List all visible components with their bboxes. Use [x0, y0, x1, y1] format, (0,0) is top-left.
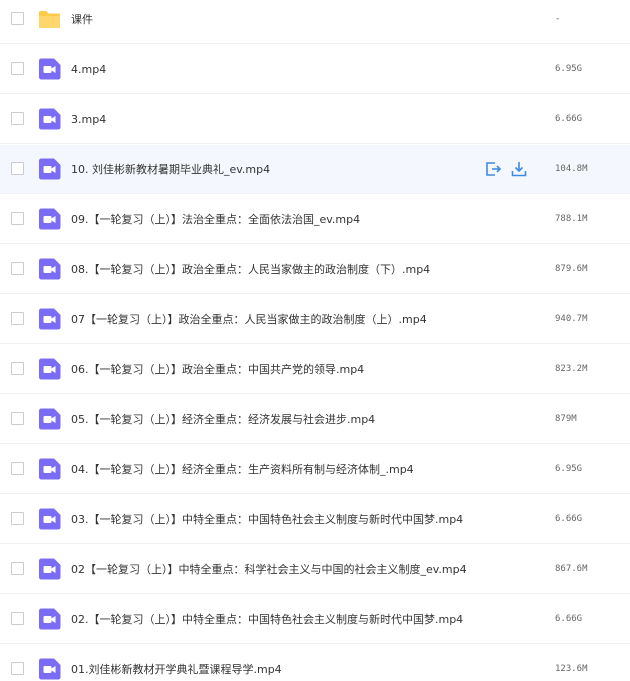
row-checkbox[interactable] — [11, 162, 24, 175]
file-size: 6.66G — [555, 614, 583, 624]
file-name-link[interactable]: 07【一轮复习（上）】政治全重点：人民当家做主的政治制度（上）.mp4 — [71, 295, 427, 343]
share-icon[interactable] — [484, 160, 502, 178]
row-checkbox[interactable] — [11, 262, 24, 275]
file-size: 6.95G — [555, 464, 583, 474]
file-row[interactable]: 07【一轮复习（上）】政治全重点：人民当家做主的政治制度（上）.mp4 940.7… — [0, 295, 630, 344]
file-row[interactable]: 3.mp4 6.66G — [0, 95, 630, 144]
file-row[interactable]: 09.【一轮复习（上）】法治全重点：全面依法治国_ev.mp4 788.1M — [0, 195, 630, 244]
row-checkbox[interactable] — [11, 362, 24, 375]
video-file-icon — [38, 158, 61, 180]
file-name-link[interactable]: 3.mp4 — [71, 95, 106, 143]
file-row[interactable]: 课件 - — [0, 0, 630, 44]
file-size: 879.6M — [555, 264, 588, 274]
video-file-icon — [38, 108, 61, 130]
file-name-link[interactable]: 02.【一轮复习（上）】中特全重点：中国特色社会主义制度与新时代中国梦.mp4 — [71, 595, 463, 643]
file-name-link[interactable]: 06.【一轮复习（上）】政治全重点：中国共产党的领导.mp4 — [71, 345, 364, 393]
file-size: 788.1M — [555, 214, 588, 224]
file-row[interactable]: 05.【一轮复习（上）】经济全重点：经济发展与社会进步.mp4 879M — [0, 395, 630, 444]
row-checkbox[interactable] — [11, 12, 24, 25]
file-size: 104.8M — [555, 164, 588, 174]
file-row[interactable]: 08.【一轮复习（上）】政治全重点：人民当家做主的政治制度（下）.mp4 879.… — [0, 245, 630, 294]
file-row[interactable]: 03.【一轮复习（上）】中特全重点：中国特色社会主义制度与新时代中国梦.mp4 6… — [0, 495, 630, 544]
file-size: - — [555, 14, 561, 24]
file-name-link[interactable]: 03.【一轮复习（上）】中特全重点：中国特色社会主义制度与新时代中国梦.mp4 — [71, 495, 463, 543]
video-file-icon — [38, 508, 61, 530]
file-size: 879M — [555, 414, 577, 424]
file-size: 6.66G — [555, 114, 583, 124]
file-name-link[interactable]: 08.【一轮复习（上）】政治全重点：人民当家做主的政治制度（下）.mp4 — [71, 245, 430, 293]
file-size: 6.66G — [555, 514, 583, 524]
file-row[interactable]: 01.刘佳彬新教材开学典礼暨课程导学.mp4 123.6M — [0, 645, 630, 681]
row-actions — [484, 160, 528, 178]
file-size: 123.6M — [555, 664, 588, 674]
file-name-link[interactable]: 02【一轮复习（上）】中特全重点：科学社会主义与中国的社会主义制度_ev.mp4 — [71, 545, 467, 593]
file-row[interactable]: 4.mp4 6.95G — [0, 45, 630, 94]
video-file-icon — [38, 658, 61, 680]
file-row[interactable]: 02.【一轮复习（上）】中特全重点：中国特色社会主义制度与新时代中国梦.mp4 6… — [0, 595, 630, 644]
file-row[interactable]: 06.【一轮复习（上）】政治全重点：中国共产党的领导.mp4 823.2M — [0, 345, 630, 394]
file-size: 823.2M — [555, 364, 588, 374]
folder-icon — [38, 8, 61, 30]
video-file-icon — [38, 308, 61, 330]
row-checkbox[interactable] — [11, 662, 24, 675]
video-file-icon — [38, 358, 61, 380]
row-checkbox[interactable] — [11, 62, 24, 75]
video-file-icon — [38, 208, 61, 230]
row-checkbox[interactable] — [11, 512, 24, 525]
row-checkbox[interactable] — [11, 212, 24, 225]
file-row[interactable]: 02【一轮复习（上）】中特全重点：科学社会主义与中国的社会主义制度_ev.mp4… — [0, 545, 630, 594]
file-list: 课件 - 4.mp4 6.95G 3.mp4 6.66G 10. 刘佳彬新教材暑期毕业典礼_… — [0, 0, 630, 681]
video-file-icon — [38, 608, 61, 630]
file-name-link[interactable]: 10. 刘佳彬新教材暑期毕业典礼_ev.mp4 — [71, 145, 270, 193]
file-size: 6.95G — [555, 64, 583, 74]
row-checkbox[interactable] — [11, 112, 24, 125]
row-checkbox[interactable] — [11, 312, 24, 325]
row-checkbox[interactable] — [11, 612, 24, 625]
file-name-link[interactable]: 01.刘佳彬新教材开学典礼暨课程导学.mp4 — [71, 645, 282, 681]
file-name-link[interactable]: 09.【一轮复习（上）】法治全重点：全面依法治国_ev.mp4 — [71, 195, 360, 243]
video-file-icon — [38, 58, 61, 80]
row-checkbox[interactable] — [11, 462, 24, 475]
file-name-link[interactable]: 课件 — [71, 0, 93, 43]
video-file-icon — [38, 558, 61, 580]
video-file-icon — [38, 458, 61, 480]
download-icon[interactable] — [510, 160, 528, 178]
video-file-icon — [38, 258, 61, 280]
row-checkbox[interactable] — [11, 562, 24, 575]
file-row[interactable]: 10. 刘佳彬新教材暑期毕业典礼_ev.mp4 104.8M — [0, 145, 630, 194]
file-name-link[interactable]: 04.【一轮复习（上）】经济全重点：生产资料所有制与经济体制_.mp4 — [71, 445, 414, 493]
video-file-icon — [38, 408, 61, 430]
file-name-link[interactable]: 4.mp4 — [71, 45, 106, 93]
file-size: 867.6M — [555, 564, 588, 574]
file-row[interactable]: 04.【一轮复习（上）】经济全重点：生产资料所有制与经济体制_.mp4 6.95G — [0, 445, 630, 494]
file-size: 940.7M — [555, 314, 588, 324]
file-name-link[interactable]: 05.【一轮复习（上）】经济全重点：经济发展与社会进步.mp4 — [71, 395, 375, 443]
row-checkbox[interactable] — [11, 412, 24, 425]
